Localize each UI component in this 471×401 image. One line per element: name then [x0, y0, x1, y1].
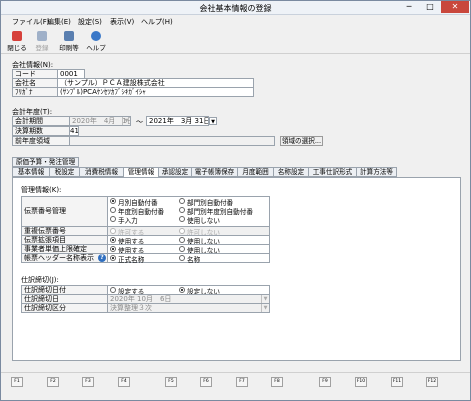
voucher-radio-dept[interactable]: [179, 198, 185, 204]
f9-key[interactable]: F9: [319, 377, 331, 387]
title-bar: 会社基本情報の登録 ─ □ ✕: [1, 1, 470, 15]
f1-key[interactable]: F1: [11, 377, 23, 387]
tab-cost-budget[interactable]: 原価予算・発注管理: [12, 157, 79, 167]
period-tilde: ～: [136, 118, 143, 126]
minimize-button[interactable]: ─: [399, 1, 419, 13]
close-tool-button[interactable]: 閉じる: [3, 29, 31, 53]
help-tool-button[interactable]: ヘルプ: [82, 29, 110, 53]
f7-key[interactable]: F7: [236, 377, 248, 387]
limit-radio-nouse[interactable]: [179, 246, 185, 252]
printer-icon: [64, 31, 74, 41]
close-icon: [12, 31, 22, 41]
term-field[interactable]: 41: [69, 126, 79, 136]
tab-month-range[interactable]: 月度範囲: [237, 167, 274, 177]
f8-key[interactable]: F8: [271, 377, 283, 387]
maximize-button[interactable]: □: [420, 1, 440, 13]
help-tool-label: ヘルプ: [86, 44, 106, 52]
kana-label: ﾌﾘｶﾞﾅ: [12, 87, 58, 97]
select-area-button[interactable]: 領域の選択...: [280, 136, 323, 146]
toolbar: 閉じる 登録 印刷等 ヘルプ: [1, 28, 470, 54]
voucher-radio-manual[interactable]: [110, 216, 116, 222]
closing-day-dropdown-icon: ▼: [261, 295, 269, 303]
main-window: 会社基本情報の登録 ─ □ ✕ ファイル(F) 編集(E) 設定(S) 表示(V…: [0, 0, 471, 401]
ext-radio-use[interactable]: [110, 237, 116, 243]
f11-key[interactable]: F11: [391, 377, 403, 387]
closing-type-field: 決算整理３次: [107, 303, 270, 313]
f3-key[interactable]: F3: [82, 377, 94, 387]
f4-key[interactable]: F4: [118, 377, 130, 387]
voucher-text-manual: 手入力: [118, 217, 138, 225]
period-label: 会計期間: [12, 116, 70, 126]
tab-tax-settings[interactable]: 税設定: [49, 167, 80, 177]
voucher-radio-yearly[interactable]: [110, 207, 116, 213]
header-text-formal: 正式名称: [118, 256, 145, 264]
limit-radio-use[interactable]: [110, 246, 116, 252]
term-label: 決算期数: [12, 126, 70, 136]
header-radio-formal[interactable]: [110, 255, 116, 261]
prev-area-field: [69, 136, 275, 146]
f10-key[interactable]: F10: [355, 377, 367, 387]
kana-field[interactable]: (ｻﾝﾌﾟﾙ)PCAｹﾝｾﾂｶﾌﾞｼｷｶﾞｲｼｬ: [57, 87, 254, 97]
print-tool-button[interactable]: 印刷等: [55, 29, 83, 53]
closing-type-label: 仕訳締切区分: [21, 303, 108, 313]
start-date-dropdown-icon: ▼: [122, 117, 130, 125]
close-tool-label: 閉じる: [7, 44, 27, 52]
register-tool-label: 登録: [35, 44, 49, 52]
menu-settings[interactable]: 設定(S): [78, 17, 102, 27]
voucher-radio-dept-yearly[interactable]: [179, 207, 185, 213]
close-window-button[interactable]: ✕: [441, 1, 469, 13]
header-label: 帳票ヘッダー名称表示: [21, 253, 108, 263]
closing-section-label: 仕訳締切(J):: [21, 276, 59, 284]
menu-view[interactable]: 表示(V): [110, 17, 134, 27]
tab-basic-info[interactable]: 基本情報: [12, 167, 50, 177]
tab-name-settings[interactable]: 名称設定: [273, 167, 309, 177]
tab-journal-format[interactable]: 工事仕訳形式: [308, 167, 357, 177]
dup-radio-deny: [179, 228, 185, 234]
f2-key[interactable]: F2: [47, 377, 59, 387]
tab-approval[interactable]: 承認設定: [158, 167, 192, 177]
end-date-field[interactable]: 2021年 3月 31日: [146, 116, 209, 126]
tab-calc-method[interactable]: 計算方法等: [356, 167, 397, 177]
menu-edit[interactable]: 編集(E): [47, 17, 71, 27]
closing-radio-unset[interactable]: [179, 287, 185, 293]
voucher-text-none: 使用しない: [187, 217, 220, 225]
f5-key[interactable]: F5: [165, 377, 177, 387]
closing-type-dropdown-icon: ▼: [261, 304, 269, 312]
prev-area-label: 前年度領域: [12, 136, 70, 146]
dup-radio-allow: [110, 228, 116, 234]
menu-file[interactable]: ファイル(F): [12, 17, 50, 27]
ext-radio-nouse[interactable]: [179, 237, 185, 243]
save-icon: [37, 31, 47, 41]
menu-help[interactable]: ヘルプ(H): [141, 17, 173, 27]
print-tool-label: 印刷等: [59, 44, 79, 52]
closing-radio-set[interactable]: [110, 287, 116, 293]
register-tool-button[interactable]: 登録: [28, 29, 56, 53]
tab-e-book[interactable]: 電子帳簿保存: [191, 167, 238, 177]
voucher-label: 伝票番号管理: [21, 196, 108, 227]
header-text-name: 名称: [187, 256, 201, 264]
help-icon: [91, 31, 101, 41]
end-date-dropdown-icon[interactable]: ▼: [209, 117, 217, 125]
tab-consumption-tax[interactable]: 消費税情報: [79, 167, 124, 177]
f12-key[interactable]: F12: [426, 377, 438, 387]
f6-key[interactable]: F6: [200, 377, 212, 387]
voucher-radio-none[interactable]: [179, 216, 185, 222]
header-radio-name[interactable]: [179, 255, 185, 261]
management-section-label: 管理情報(K):: [21, 186, 62, 194]
voucher-radio-monthly[interactable]: [110, 198, 116, 204]
question-icon[interactable]: ?: [98, 254, 106, 262]
